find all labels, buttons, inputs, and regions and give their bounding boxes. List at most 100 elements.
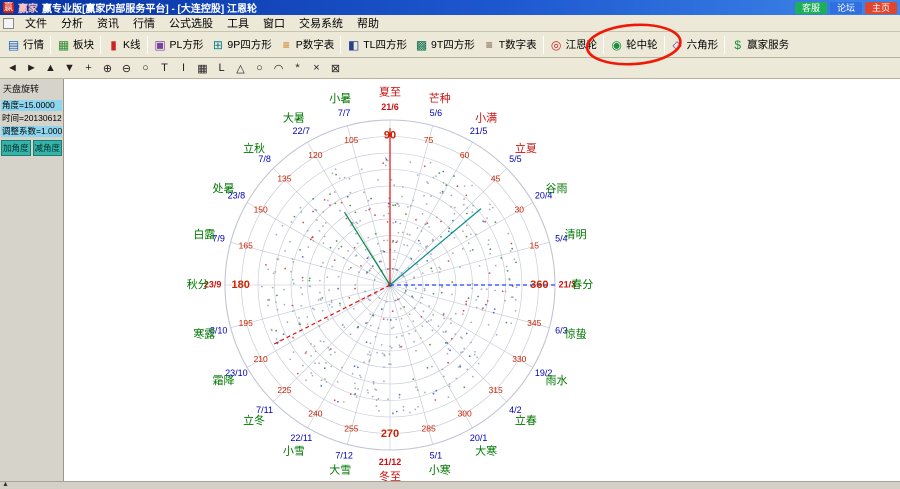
panel-button-加角度[interactable]: 加角度 bbox=[1, 140, 31, 156]
toolbar-button-赢家服务[interactable]: $赢家服务 bbox=[727, 35, 793, 54]
triangle-icon[interactable]: △ bbox=[231, 60, 250, 77]
panel-param-0[interactable]: 角度=15.0000 bbox=[1, 100, 62, 111]
term-date-7/8: 7/8 bbox=[258, 154, 271, 164]
service-button[interactable]: 客服 bbox=[795, 2, 827, 14]
menu-item-7[interactable]: 交易系统 bbox=[292, 14, 350, 32]
degree-label-210: 210 bbox=[254, 354, 268, 364]
term-date-5/5: 5/5 bbox=[509, 154, 522, 164]
toolbar-separator bbox=[603, 36, 604, 54]
marquee-icon[interactable]: ⊠ bbox=[326, 60, 345, 77]
back-icon[interactable]: ◄ bbox=[3, 60, 22, 77]
term-date-22/11: 22/11 bbox=[290, 433, 312, 443]
toolbar-button-PL方形[interactable]: ▣PL方形 bbox=[150, 35, 208, 54]
term-name-秋分: 秋分 bbox=[187, 277, 209, 291]
asterisk-icon[interactable]: * bbox=[288, 60, 307, 77]
toolbar-button-六角形[interactable]: ◇六角形 bbox=[667, 35, 723, 54]
line-icon[interactable]: L bbox=[212, 60, 231, 77]
delete-icon[interactable]: × bbox=[307, 60, 326, 77]
nine-t-square-icon: ▩ bbox=[415, 39, 428, 51]
term-name-立春: 立春 bbox=[515, 413, 537, 427]
gann-wheel-chart[interactable]: 3601530456075901051201351501651801952102… bbox=[64, 79, 900, 481]
circle-icon[interactable]: ○ bbox=[250, 60, 269, 77]
panel-button-减角度[interactable]: 减角度 bbox=[33, 140, 63, 156]
forum-button[interactable]: 论坛 bbox=[830, 2, 862, 14]
toolbar-button-T数字表[interactable]: ≡T数字表 bbox=[479, 35, 541, 54]
term-date-21/5: 21/5 bbox=[470, 126, 488, 136]
main-toolbar: ▤行情▦板块▮K线▣PL方形⊞9P四方形≡P数字表◧TL四方形▩9T四方形≡T数… bbox=[0, 32, 900, 58]
term-name-处暑: 处暑 bbox=[213, 182, 235, 195]
toolbar-button-江恩轮[interactable]: ◎江恩轮 bbox=[546, 35, 602, 54]
toolbar-button-label: 赢家服务 bbox=[747, 37, 789, 52]
menu-item-4[interactable]: 公式选股 bbox=[162, 14, 220, 32]
term-name-大暑: 大暑 bbox=[283, 110, 305, 124]
crosshair-icon[interactable]: + bbox=[79, 60, 98, 77]
toolbar-button-行情[interactable]: ▤行情 bbox=[3, 35, 48, 54]
degree-label-270: 270 bbox=[381, 428, 399, 440]
filter-icon[interactable]: ▼ bbox=[60, 60, 79, 77]
menu-item-8[interactable]: 帮助 bbox=[350, 14, 386, 32]
forward-icon[interactable]: ► bbox=[22, 60, 41, 77]
toolbar-button-9T四方形[interactable]: ▩9T四方形 bbox=[411, 35, 479, 54]
degree-label-225: 225 bbox=[277, 385, 291, 395]
menu-item-3[interactable]: 行情 bbox=[126, 14, 162, 32]
term-date-20/1: 20/1 bbox=[470, 433, 488, 443]
parameter-panel: 天盘旋转 角度=15.0000时间=20130612调整系数=1.00000 加… bbox=[0, 79, 64, 481]
degree-label-285: 285 bbox=[422, 423, 436, 433]
magnifier-icon[interactable]: ○ bbox=[136, 60, 155, 77]
circle-minus-icon[interactable]: ⊖ bbox=[117, 60, 136, 77]
quote-icon: ▤ bbox=[7, 39, 20, 51]
degree-label-330: 330 bbox=[512, 354, 526, 364]
panel-param-2[interactable]: 调整系数=1.00000 bbox=[1, 126, 62, 137]
toolbar-separator bbox=[724, 36, 725, 54]
degree-label-180: 180 bbox=[231, 279, 249, 291]
window-title: 赢专业版[赢家内部服务平台] - [大连控股] 江恩轮 bbox=[42, 0, 257, 15]
toolbar-button-label: 轮中轮 bbox=[626, 37, 658, 52]
degree-label-165: 165 bbox=[239, 241, 253, 251]
toolbar-button-label: 六角形 bbox=[687, 37, 719, 52]
pl-square-icon: ▣ bbox=[154, 39, 167, 51]
hexagon-icon: ◇ bbox=[671, 39, 684, 51]
term-name-立夏: 立夏 bbox=[515, 141, 537, 155]
term-name-小寒: 小寒 bbox=[429, 463, 451, 477]
circle-plus-icon[interactable]: ⊕ bbox=[98, 60, 117, 77]
titlebar: 赢 赢家 赢专业版[赢家内部服务平台] - [大连控股] 江恩轮 客服 论坛 主… bbox=[0, 0, 900, 15]
menubar: 文件分析资讯行情公式选股工具窗口交易系统帮助 bbox=[0, 15, 900, 32]
toolbar-separator bbox=[543, 36, 544, 54]
term-date-21/6: 21/6 bbox=[381, 102, 399, 112]
term-name-雨水: 雨水 bbox=[545, 374, 567, 387]
menu-item-1[interactable]: 分析 bbox=[54, 14, 90, 32]
toolbar-button-P数字表[interactable]: ≡P数字表 bbox=[276, 35, 339, 54]
toolbar-button-K线[interactable]: ▮K线 bbox=[103, 35, 145, 54]
toolbar-button-label: 9T四方形 bbox=[431, 37, 475, 52]
toolbar-button-label: 板块 bbox=[73, 37, 94, 52]
degree-label-60: 60 bbox=[460, 150, 470, 160]
grid-icon[interactable]: ▦ bbox=[193, 60, 212, 77]
pointer-icon[interactable]: ▲ bbox=[41, 60, 60, 77]
arc-icon[interactable]: ◠ bbox=[269, 60, 288, 77]
degree-label-45: 45 bbox=[491, 174, 501, 184]
menu-item-2[interactable]: 资讯 bbox=[90, 14, 126, 32]
measure-icon[interactable]: I bbox=[174, 60, 193, 77]
menu-item-6[interactable]: 窗口 bbox=[256, 14, 292, 32]
toolbar-button-TL四方形[interactable]: ◧TL四方形 bbox=[343, 35, 411, 54]
kline-icon: ▮ bbox=[107, 39, 120, 51]
panel-param-1[interactable]: 时间=20130612 bbox=[1, 113, 62, 124]
sector-icon: ▦ bbox=[57, 39, 70, 51]
document-icon bbox=[3, 18, 14, 29]
term-date-7/11: 7/11 bbox=[256, 405, 273, 415]
toolbar-button-9P四方形[interactable]: ⊞9P四方形 bbox=[207, 35, 275, 54]
scroll-arrow-icon[interactable]: ▲ bbox=[2, 481, 9, 489]
toolbar-button-轮中轮[interactable]: ◉轮中轮 bbox=[606, 35, 662, 54]
homepage-button[interactable]: 主页 bbox=[865, 2, 897, 14]
toolbar-button-板块[interactable]: ▦板块 bbox=[53, 35, 98, 54]
term-name-白露: 白露 bbox=[193, 227, 215, 241]
toolbar-button-label: T数字表 bbox=[499, 37, 537, 52]
menu-item-5[interactable]: 工具 bbox=[220, 14, 256, 32]
panel-buttons: 加角度减角度 bbox=[1, 140, 62, 156]
term-name-小雪: 小雪 bbox=[283, 444, 305, 457]
menu-item-0[interactable]: 文件 bbox=[18, 14, 54, 32]
toolbar-button-label: 行情 bbox=[23, 37, 44, 52]
text-icon[interactable]: T bbox=[155, 60, 174, 77]
term-date-21/12: 21/12 bbox=[379, 457, 402, 467]
term-date-7/12: 7/12 bbox=[335, 451, 353, 461]
